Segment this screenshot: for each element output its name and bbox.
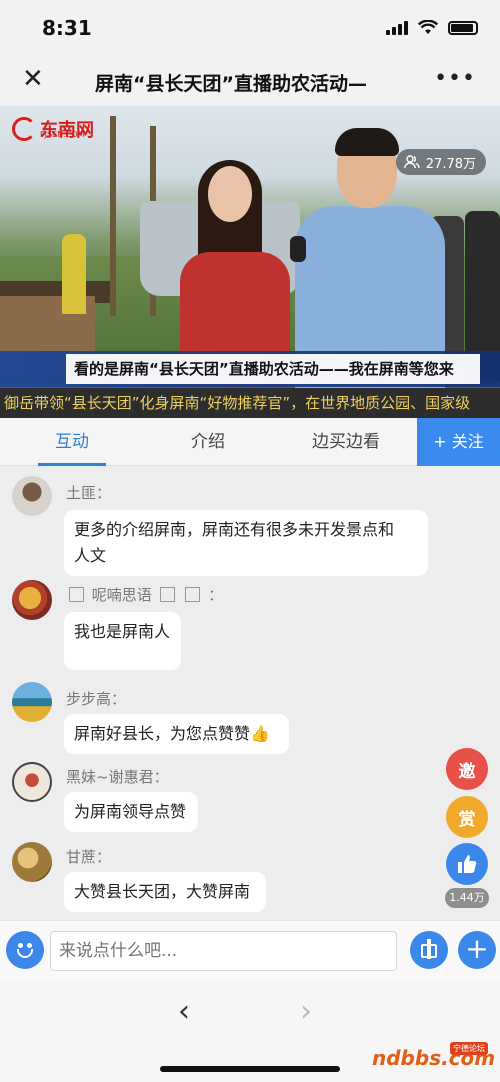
reward-label: 赏 xyxy=(458,809,476,830)
chat-username: 呢喃思语 ： xyxy=(66,584,223,605)
plus-button[interactable]: + xyxy=(458,931,496,969)
chat-text-line: 人文 xyxy=(74,546,107,565)
gift-button[interactable] xyxy=(410,931,448,969)
news-ticker: 御岳带领“县长天团”化身屏南“好物推荐官”，在世界地质公园、国家级 xyxy=(0,388,500,418)
viewer-count: 27.78万 xyxy=(425,156,476,172)
smiley-icon-part xyxy=(17,949,33,958)
chat-text-line: 为屏南领导点赞 xyxy=(74,802,187,821)
smiley-icon xyxy=(18,943,23,948)
video-caption: 看的是屏南“县长天团”直播助农活动——我在屏南等您来 xyxy=(66,354,480,384)
tab-bar: 互动 介绍 边买边看 + 关注 xyxy=(0,418,500,466)
viewers-icon xyxy=(403,155,420,169)
forward-arrow-icon[interactable]: › xyxy=(300,994,312,1029)
page-title: 屏南“县长天团”直播助农活动— xyxy=(95,73,367,95)
microphone xyxy=(290,236,306,262)
back-arrow-icon[interactable]: ‹ xyxy=(178,994,190,1029)
video-scenery xyxy=(110,116,116,316)
more-icon[interactable]: ••• xyxy=(434,66,476,91)
logo-subtext: FJSEN.COM xyxy=(40,130,85,139)
close-icon[interactable]: ✕ xyxy=(22,64,44,94)
chat-bubble: 大赞县长天团，大赞屏南 xyxy=(64,872,266,912)
chat-text-line: 我也是屏南人 xyxy=(74,622,171,641)
chat-bubble: 更多的介绍屏南，屏南还有很多未开发景点和 人文 xyxy=(64,510,428,576)
viewer-count-badge: 27.78万 xyxy=(395,149,486,175)
avatar[interactable] xyxy=(12,842,52,882)
chat-username: 步步高： xyxy=(66,690,127,708)
chat-list[interactable]: 土匪： 更多的介绍屏南，屏南还有很多未开发景点和 人文 呢喃思语 ： 我也是屏南… xyxy=(0,466,500,920)
like-button[interactable] xyxy=(446,843,488,885)
chat-text-line: 更多的介绍屏南，屏南还有很多未开发景点和 xyxy=(74,520,395,539)
signal-icon xyxy=(386,20,408,35)
thumbs-up-icon xyxy=(458,855,477,873)
watermark-badge: 宁德论坛 xyxy=(450,1042,488,1055)
emoji-placeholder-icon xyxy=(69,587,84,602)
nav-bar: ✕ 屏南“县长天团”直播助农活动— ••• xyxy=(0,56,500,106)
reward-button[interactable]: 赏 xyxy=(446,796,488,838)
tab-intro[interactable]: 介绍 xyxy=(170,418,246,466)
chat-username: 土匪： xyxy=(66,484,112,502)
chat-username: 黑妹~谢惠君： xyxy=(66,768,169,786)
chat-bubble: 我也是屏南人 xyxy=(64,612,181,670)
home-indicator[interactable] xyxy=(160,1066,340,1072)
video-scenery xyxy=(62,234,86,314)
like-count: 1.44万 xyxy=(445,888,489,908)
follow-button[interactable]: + 关注 xyxy=(417,418,500,466)
status-icons xyxy=(386,20,478,35)
avatar[interactable] xyxy=(12,762,52,802)
avatar[interactable] xyxy=(12,476,52,516)
wifi-icon xyxy=(418,20,438,34)
status-time: 8:31 xyxy=(42,16,92,40)
chat-bubble: 为屏南领导点赞 xyxy=(64,792,198,832)
invite-button[interactable]: 邀 xyxy=(446,748,488,790)
gift-icon-part xyxy=(427,939,431,959)
comment-input[interactable] xyxy=(50,931,397,971)
emoji-placeholder-icon xyxy=(185,587,201,602)
avatar[interactable] xyxy=(12,682,52,722)
avatar[interactable] xyxy=(12,580,52,620)
chat-text-line: 屏南好县长，为您点赞赞👍 xyxy=(74,724,270,743)
smiley-icon-part xyxy=(27,943,32,948)
tab-shop-while-watching[interactable]: 边买边看 xyxy=(296,418,396,466)
emoji-button[interactable] xyxy=(6,931,44,969)
invite-label: 邀 xyxy=(458,761,476,782)
emoji-placeholder-icon xyxy=(159,587,175,602)
chat-bubble: 屏南好县长，为您点赞赞👍 xyxy=(64,714,289,754)
live-video[interactable]: 东南网 FJSEN.COM 27.78万 看的是屏南“县长天团”直播助农活动——… xyxy=(0,106,500,388)
chat-text-line: 大赞县长天团，大赞屏南 xyxy=(74,882,251,901)
logo-mark-icon xyxy=(12,117,36,141)
status-bar: 8:31 xyxy=(0,0,500,56)
chat-username: 甘蔗： xyxy=(66,848,112,866)
battery-icon xyxy=(448,20,478,35)
video-caption-bar: 看的是屏南“县长天团”直播助农活动——我在屏南等您来 xyxy=(0,351,500,387)
comment-bar: + xyxy=(0,920,500,980)
browser-nav: ‹ › ndbbs.com 宁德论坛 xyxy=(0,980,500,1082)
tab-interaction[interactable]: 互动 xyxy=(34,418,110,466)
